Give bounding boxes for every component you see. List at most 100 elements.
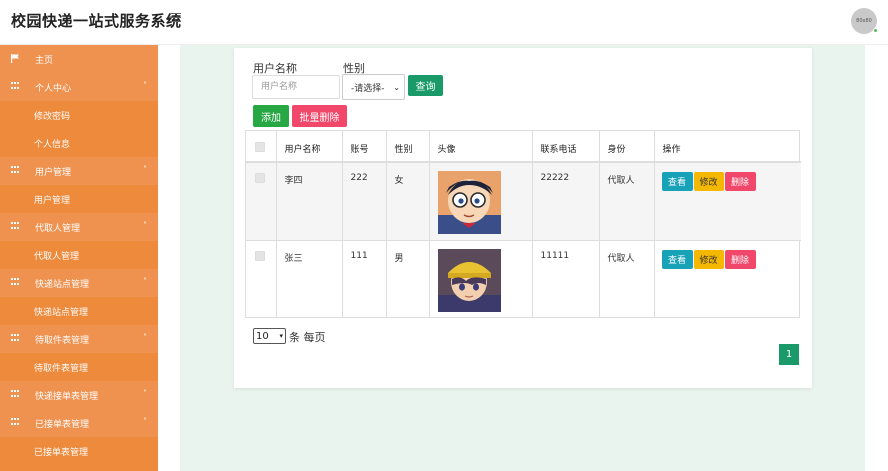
sidebar-item-label: 主页: [35, 55, 54, 66]
add-button[interactable]: 添加: [253, 105, 289, 127]
select-all-header: [246, 131, 277, 163]
sidebar-item-3[interactable]: 个人信息: [0, 129, 158, 157]
chevron-down-icon: ⌄: [393, 83, 400, 92]
sidebar-item-label: 用户管理: [35, 167, 72, 178]
chevron-down-icon: ▾: [279, 332, 283, 340]
top-bar: 校园快递一站式服务系统 80x80: [0, 0, 888, 45]
sidebar-group-12[interactable]: 快递接单表管理 ˅: [0, 381, 158, 409]
grid-icon: [11, 82, 19, 90]
column-header: 联系电话: [532, 131, 600, 163]
table-header-row: 用户名称 账号 性别 头像 联系电话 身份 操作: [246, 131, 801, 163]
row-select-cell: [246, 240, 277, 318]
gender-cell: 女: [386, 162, 430, 241]
chevron-up-icon: ˄: [143, 81, 147, 90]
sidebar-item-label: 用户管理: [34, 195, 71, 206]
sidebar-item-label: 快递站点管理: [34, 307, 89, 318]
view-button[interactable]: 查看: [661, 249, 693, 269]
column-header: 身份: [599, 131, 655, 163]
username-cell: 李四: [276, 162, 343, 241]
chevron-up-icon: ˄: [143, 277, 147, 286]
sidebar: 主页个人中心 ˄ 修改密码个人信息用户管理 ˄ 用户管理代取人管理 ˄ 代取人管理快递站点管…: [0, 45, 158, 471]
sidebar-group-0[interactable]: 主页: [0, 45, 158, 73]
batch-delete-button[interactable]: 批量删除: [292, 105, 347, 127]
sidebar-item-11[interactable]: 待取件表管理: [0, 353, 158, 381]
username-cell: 张三: [276, 240, 343, 318]
sidebar-item-2[interactable]: 修改密码: [0, 101, 158, 129]
grid-icon: [11, 278, 19, 286]
grid-icon: [11, 222, 19, 230]
view-button[interactable]: 查看: [661, 172, 693, 191]
phone-cell: 22222: [532, 162, 600, 241]
select-all-checkbox[interactable]: [255, 142, 265, 152]
row-select-cell: [246, 162, 277, 241]
grid-icon: [11, 334, 19, 342]
phone-cell: 11111: [532, 240, 600, 318]
sidebar-group-1[interactable]: 个人中心 ˄: [0, 73, 158, 101]
column-header: 账号: [342, 131, 387, 163]
username-label: 用户名称: [253, 62, 297, 75]
sidebar-group-4[interactable]: 用户管理 ˄: [0, 157, 158, 185]
query-button[interactable]: 查询: [408, 75, 443, 96]
role-cell: 代取人: [599, 240, 655, 318]
account-cell: 222: [342, 162, 387, 241]
chevron-up-icon: ˄: [143, 333, 147, 342]
actions-cell: 查看 修改 删除: [654, 240, 801, 318]
sidebar-group-6[interactable]: 代取人管理 ˄: [0, 213, 158, 241]
flag-icon: [11, 54, 19, 63]
table-row: 李四 222 女 22222 代取人 查看 修改 删除: [246, 162, 801, 241]
sidebar-group-13[interactable]: 已接单表管理 ˄: [0, 409, 158, 437]
avatar-cell: [429, 240, 533, 318]
actions-cell: 查看 修改 删除: [654, 162, 801, 241]
user-table: 用户名称 账号 性别 头像 联系电话 身份 操作 李四 222 女 22222 …: [245, 130, 801, 318]
sidebar-item-9[interactable]: 快递站点管理: [0, 297, 158, 325]
page-size-select[interactable]: 10 ▾: [253, 328, 286, 344]
row-checkbox[interactable]: [255, 250, 265, 261]
menu-toggle-icon[interactable]: [169, 13, 181, 25]
username-search-input[interactable]: [252, 75, 340, 99]
page-size-value: 10: [256, 330, 269, 342]
delete-button[interactable]: 删除: [724, 249, 756, 269]
role-cell: 代取人: [599, 162, 655, 241]
column-header: 操作: [654, 131, 801, 163]
sidebar-item-label: 快递站点管理: [35, 279, 90, 290]
user-avatar-image: [437, 248, 501, 312]
account-cell: 111: [342, 240, 387, 318]
app-title: 校园快递一站式服务系统: [11, 12, 182, 30]
edit-button[interactable]: 修改: [693, 172, 724, 191]
delete-button[interactable]: 删除: [724, 172, 756, 191]
sidebar-item-5[interactable]: 用户管理: [0, 185, 158, 213]
column-header: 性别: [386, 131, 430, 163]
sidebar-group-10[interactable]: 待取件表管理 ˄: [0, 325, 158, 353]
chevron-up-icon: ˄: [143, 417, 147, 426]
sidebar-item-label: 代取人管理: [34, 251, 80, 262]
chevron-up-icon: ˄: [143, 221, 147, 230]
sidebar-item-label: 待取件表管理: [34, 363, 89, 374]
chevron-up-icon: ˄: [143, 165, 147, 174]
grid-icon: [11, 166, 19, 174]
sidebar-item-label: 快递接单表管理: [35, 391, 99, 402]
column-header: 头像: [429, 131, 533, 163]
edit-button[interactable]: 修改: [693, 249, 724, 269]
sidebar-item-label: 已接单表管理: [35, 419, 90, 430]
sidebar-group-8[interactable]: 快递站点管理 ˄: [0, 269, 158, 297]
sidebar-item-label: 个人信息: [34, 139, 71, 150]
online-status-dot: [873, 28, 878, 33]
sidebar-item-label: 已接单表管理: [34, 447, 89, 458]
page-button-1[interactable]: 1: [779, 344, 799, 365]
sidebar-item-7[interactable]: 代取人管理: [0, 241, 158, 269]
sidebar-item-label: 修改密码: [34, 111, 71, 122]
chevron-down-icon: ˅: [143, 389, 147, 398]
per-page-label: 条 每页: [289, 331, 326, 344]
avatar-cell: [429, 162, 533, 241]
sidebar-item-label: 待取件表管理: [35, 335, 90, 346]
grid-icon: [11, 390, 19, 398]
row-checkbox[interactable]: [255, 173, 265, 183]
sidebar-item-label: 代取人管理: [35, 223, 81, 234]
sidebar-item-14[interactable]: 已接单表管理: [0, 437, 158, 465]
table-row: 张三 111 男 11111 代取人 查看 修改 删除: [246, 240, 801, 318]
grid-icon: [11, 418, 19, 426]
gender-select-value: -请选择-: [351, 83, 385, 94]
gender-select[interactable]: -请选择- ⌄: [342, 74, 405, 100]
column-header: 用户名称: [276, 131, 343, 163]
gender-cell: 男: [386, 240, 430, 318]
